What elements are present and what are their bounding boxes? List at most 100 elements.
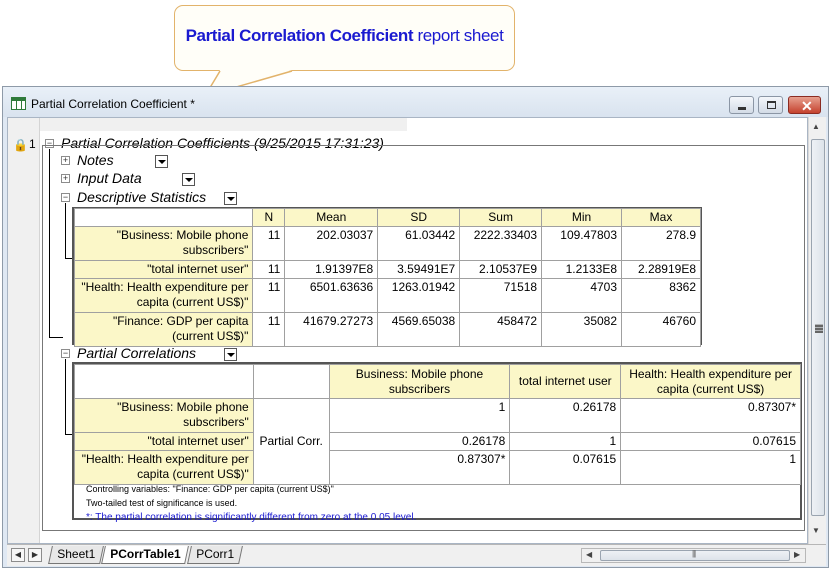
column-header[interactable]: N	[252, 208, 286, 227]
column-header[interactable]: Business: Mobile phone subscribers	[328, 364, 511, 399]
row-label[interactable]: "Finance: GDP per capita (current US$)"	[73, 312, 254, 347]
sheet-tab-sheet1[interactable]: Sheet1	[48, 546, 104, 564]
scroll-right-icon[interactable]: ▶	[794, 550, 800, 559]
scroll-down-icon[interactable]: ▼	[812, 526, 820, 535]
tree-line	[49, 337, 63, 338]
column-header[interactable]: Health: Health expenditure per capita (c…	[620, 364, 801, 399]
table-cell[interactable]: 2.10537E9	[459, 260, 543, 279]
row-label[interactable]: "Health: Health expenditure per capita (…	[74, 450, 254, 485]
table-cell[interactable]: 1263.01942	[377, 278, 461, 313]
prev-sheet-button[interactable]: ◀	[11, 548, 25, 562]
table-cell[interactable]: 11	[252, 226, 286, 261]
table-cell[interactable]: 2222.33403	[459, 226, 543, 261]
column-header[interactable]: Min	[541, 208, 623, 227]
table-cell[interactable]: 35082	[541, 312, 623, 347]
table-cell[interactable]: 0.87307*	[620, 398, 801, 433]
section-descriptive-statistics: Descriptive Statistics	[77, 189, 207, 205]
column-header[interactable]: Sum	[459, 208, 543, 227]
table-cell[interactable]: 1	[509, 432, 622, 451]
row-label[interactable]: "Health: Health expenditure per capita (…	[73, 278, 254, 313]
table-cell[interactable]: 46760	[621, 312, 701, 347]
collapse-descriptive-toggle[interactable]: −	[61, 193, 70, 202]
sheet-tab-label: PCorr1	[196, 547, 235, 561]
table-cell[interactable]: 11	[252, 278, 286, 313]
table-cell[interactable]: 1.91397E8	[284, 260, 379, 279]
input-data-dropdown[interactable]	[182, 173, 195, 186]
table-cell[interactable]: 61.03442	[377, 226, 461, 261]
window-titlebar[interactable]: Partial Correlation Coefficient * ✕	[3, 87, 828, 117]
callout-normal-text: report sheet	[417, 26, 504, 45]
table-cell[interactable]: 11	[252, 260, 286, 279]
callout-text: Partial Correlation Coefficient report s…	[175, 26, 514, 46]
table-cell[interactable]: 8362	[621, 278, 701, 313]
sheet-tab-pcorr1[interactable]: PCorr1	[187, 546, 243, 564]
table-row: "total internet user" 0.26178 1 0.07615	[74, 432, 801, 451]
column-header[interactable]: Max	[621, 208, 701, 227]
collapse-partial-toggle[interactable]: −	[61, 349, 70, 358]
row-label[interactable]: "total internet user"	[74, 432, 254, 451]
horizontal-scrollbar[interactable]: ◀ ||| ▶	[581, 548, 806, 563]
table-row: "Business: Mobile phone subscribers" Par…	[74, 398, 801, 485]
table-cell[interactable]: 278.9	[621, 226, 701, 261]
column-header[interactable]: Mean	[284, 208, 379, 227]
table-header-row: N Mean SD Sum Min Max	[73, 208, 701, 227]
minimize-button[interactable]	[729, 96, 754, 114]
header-strip	[40, 118, 407, 131]
significance-note: *: The partial correlation is significan…	[86, 512, 417, 523]
expand-input-data-toggle[interactable]: +	[61, 174, 70, 183]
section-notes: Notes	[77, 152, 114, 168]
table-cell[interactable]: 0.07615	[509, 450, 622, 485]
descriptive-dropdown[interactable]	[224, 192, 237, 205]
table-cell[interactable]: 71518	[459, 278, 543, 313]
row-label[interactable]: "Business: Mobile phone subscribers"	[73, 226, 254, 261]
column-header[interactable]: SD	[377, 208, 461, 227]
sheet-tab-bar: ◀ ▶ Sheet1 PCorrTable1 PCorr1 ◀ ||| ▶	[7, 544, 826, 566]
close-icon: ✕	[801, 98, 813, 114]
table-cell[interactable]: 0.26178	[328, 432, 511, 451]
table-cell[interactable]: 1.2133E8	[541, 260, 623, 279]
sheet-tab-pcorrtable1[interactable]: PCorrTable1	[101, 546, 190, 564]
table-cell[interactable]: 11	[252, 312, 286, 347]
section-partial-correlations: Partial Correlations	[77, 345, 197, 361]
maximize-button[interactable]	[758, 96, 783, 114]
callout-bubble: Partial Correlation Coefficient report s…	[174, 5, 515, 71]
vertical-scroll-thumb[interactable]: ▬ ▬ ▬	[811, 139, 825, 516]
column-header[interactable]: total internet user	[509, 364, 622, 399]
notes-dropdown[interactable]	[155, 155, 168, 168]
row-label[interactable]: "total internet user"	[73, 260, 254, 279]
table-cell[interactable]: 2.28919E8	[621, 260, 701, 279]
row-label[interactable]: "Business: Mobile phone subscribers"	[74, 398, 254, 433]
table-corner-cell	[73, 208, 254, 227]
worksheet-icon	[11, 97, 26, 110]
table-cell[interactable]: 0.26178	[509, 398, 622, 433]
window-title: Partial Correlation Coefficient *	[31, 97, 195, 111]
close-button[interactable]: ✕	[788, 96, 821, 114]
table-cell[interactable]: 202.03037	[284, 226, 379, 261]
table-cell[interactable]: 1	[620, 450, 801, 485]
table-cell[interactable]: 3.59491E7	[377, 260, 461, 279]
sheet-tab-label: Sheet1	[57, 547, 96, 561]
table-cell[interactable]: 109.47803	[541, 226, 623, 261]
table-cell[interactable]: 458472	[459, 312, 543, 347]
table-cell[interactable]: 0.87307*	[328, 450, 511, 485]
test-type-note: Two-tailed test of significance is used.	[86, 498, 238, 508]
statistic-label[interactable]: Partial Corr.	[252, 398, 330, 485]
table-cell[interactable]: 0.07615	[620, 432, 801, 451]
expand-notes-toggle[interactable]: +	[61, 156, 70, 165]
vertical-scrollbar[interactable]: ▲ ▬ ▬ ▬ ▼	[808, 117, 826, 544]
table-cell[interactable]: 4703	[541, 278, 623, 313]
partial-dropdown[interactable]	[224, 348, 237, 361]
table-cell[interactable]: 41679.27273	[284, 312, 379, 347]
scroll-up-icon[interactable]: ▲	[812, 122, 820, 131]
next-sheet-button[interactable]: ▶	[28, 548, 42, 562]
grip-icon: |||	[692, 549, 696, 558]
table-cell[interactable]: 1	[328, 398, 511, 433]
tree-line	[65, 359, 66, 434]
sheet-tab-label: PCorrTable1	[110, 547, 181, 561]
lock-icon[interactable]: 🔒	[13, 138, 28, 152]
table-header-row: Business: Mobile phone subscribers total…	[74, 364, 801, 399]
table-cell[interactable]: 4569.65038	[377, 312, 461, 347]
scroll-left-icon[interactable]: ◀	[586, 550, 592, 559]
report-window: Partial Correlation Coefficient * ✕ 🔒 1 …	[2, 86, 829, 568]
table-cell[interactable]: 6501.63636	[284, 278, 379, 313]
